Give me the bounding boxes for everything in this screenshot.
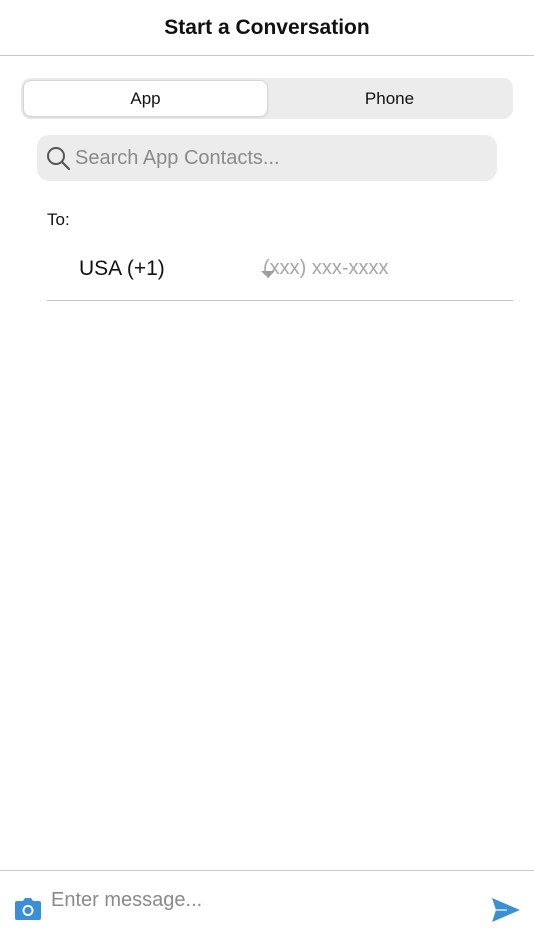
recipient-type-segmented-control: App Phone xyxy=(21,78,513,119)
start-conversation-screen: Start a Conversation App Phone To: USA (… xyxy=(0,0,534,950)
to-label: To: xyxy=(47,210,70,229)
message-input[interactable] xyxy=(51,885,471,915)
phone-number-row: USA (+1) xyxy=(47,240,513,301)
message-composer xyxy=(0,870,534,950)
search-input[interactable] xyxy=(75,138,497,178)
tab-phone[interactable]: Phone xyxy=(268,80,511,117)
search-bar xyxy=(37,135,497,181)
tab-app[interactable]: App xyxy=(23,80,268,117)
send-icon[interactable] xyxy=(491,897,521,923)
country-code-value: USA (+1) xyxy=(79,257,165,280)
header: Start a Conversation xyxy=(0,0,534,56)
phone-number-input[interactable] xyxy=(263,252,503,284)
search-icon xyxy=(45,145,71,171)
camera-icon[interactable] xyxy=(14,897,42,921)
country-code-select[interactable]: USA (+1) xyxy=(79,254,275,284)
page-title: Start a Conversation xyxy=(164,15,370,39)
